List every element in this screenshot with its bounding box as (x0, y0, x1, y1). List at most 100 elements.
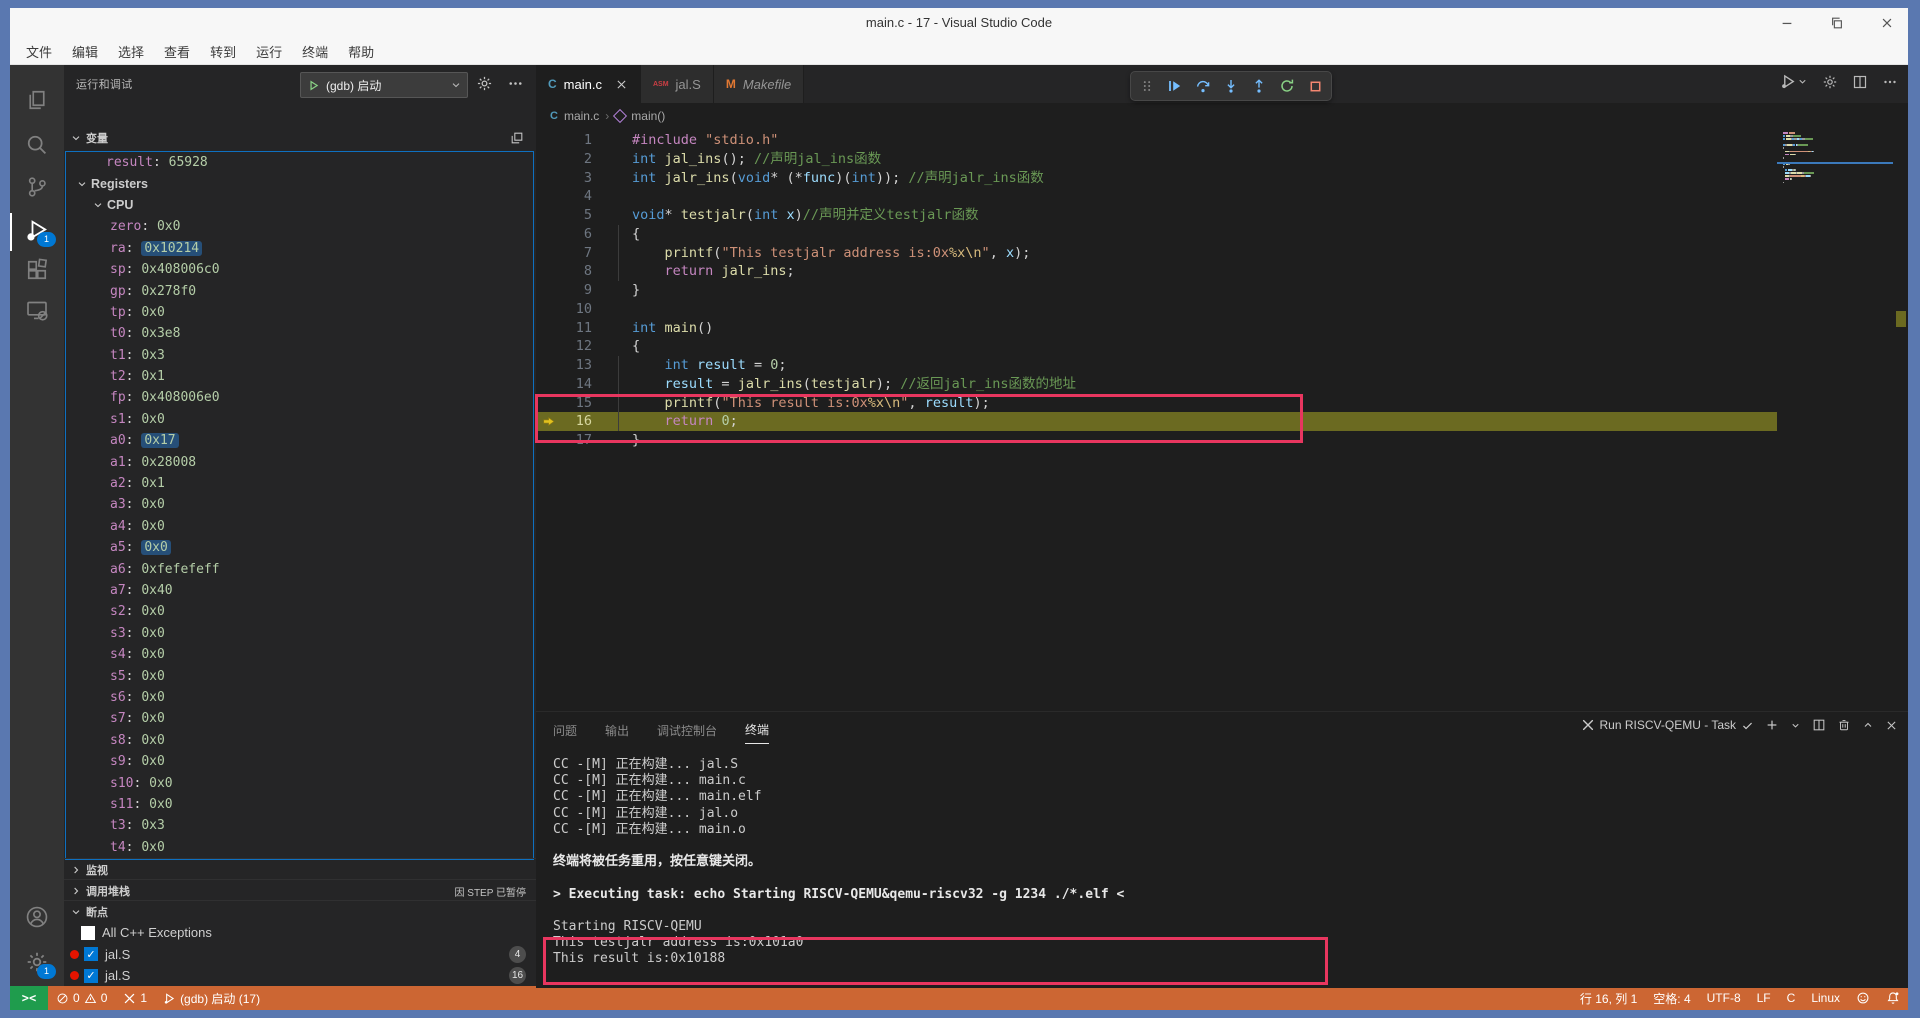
code-line-3[interactable]: 3int jalr_ins(void* (*func)(int)); //声明j… (536, 169, 1908, 188)
menu-item-帮助[interactable]: 帮助 (338, 39, 384, 64)
register-row[interactable]: zero: 0x0 (66, 216, 533, 237)
menu-item-转到[interactable]: 转到 (200, 39, 246, 64)
register-row[interactable]: a1: 0x28008 (66, 451, 533, 472)
indentation[interactable]: 空格: 4 (1645, 986, 1698, 1010)
menu-item-编辑[interactable]: 编辑 (62, 39, 108, 64)
variables-section-header[interactable]: 变量 (64, 127, 536, 149)
code-line-15[interactable]: 15 printf("This result is:0x%x\n", resul… (536, 394, 1908, 413)
account-icon[interactable] (24, 904, 50, 930)
close-tab-icon[interactable] (615, 78, 628, 91)
step-over-icon[interactable] (1191, 74, 1215, 98)
more-actions-icon[interactable] (507, 75, 524, 92)
panel-tab-输出[interactable]: 输出 (605, 716, 629, 744)
stop-icon[interactable] (1303, 74, 1327, 98)
source-control-icon[interactable] (24, 174, 50, 200)
code-line-8[interactable]: 8 return jalr_ins; (536, 262, 1908, 281)
code-line-1[interactable]: 1#include "stdio.h" (536, 131, 1908, 150)
kill-terminal-icon[interactable] (1837, 718, 1851, 732)
register-row[interactable]: t0: 0x3e8 (66, 323, 533, 344)
settings-gear-icon[interactable]: 1 (24, 949, 50, 975)
explorer-icon[interactable] (24, 87, 50, 113)
restart-icon[interactable] (1275, 74, 1299, 98)
register-row[interactable]: t3: 0x3 (66, 815, 533, 836)
breadcrumb-file[interactable]: main.c (564, 109, 599, 123)
step-out-icon[interactable] (1247, 74, 1271, 98)
register-row[interactable]: s10: 0x0 (66, 772, 533, 793)
panel-tab-终端[interactable]: 终端 (745, 716, 769, 744)
step-into-icon[interactable] (1219, 74, 1243, 98)
register-row[interactable]: s2: 0x0 (66, 601, 533, 622)
remote-explorer-icon[interactable] (24, 297, 50, 323)
register-row[interactable]: t1: 0x3 (66, 345, 533, 366)
tab-Makefile[interactable]: MMakefile (714, 65, 804, 103)
code-line-4[interactable]: 4 (536, 187, 1908, 206)
code-line-6[interactable]: 6{ (536, 225, 1908, 244)
debug-settings-gear-icon[interactable] (476, 75, 493, 92)
tab-jal.S[interactable]: ASMjal.S (641, 65, 714, 103)
register-row[interactable]: sp: 0x408006c0 (66, 259, 533, 280)
register-row[interactable]: s3: 0x0 (66, 623, 533, 644)
split-editor-icon[interactable] (1852, 74, 1868, 90)
os-indicator[interactable]: Linux (1803, 986, 1848, 1010)
breakpoint-row[interactable]: ✓jal.S16 (64, 965, 536, 986)
menu-item-文件[interactable]: 文件 (16, 39, 62, 64)
code-line-12[interactable]: 12{ (536, 337, 1908, 356)
code-line-17[interactable]: 17} (536, 431, 1908, 450)
menu-item-终端[interactable]: 终端 (292, 39, 338, 64)
code-line-10[interactable]: 10 (536, 300, 1908, 319)
run-and-debug-icon[interactable]: 1 (24, 217, 50, 243)
breakpoint-checkbox[interactable]: ✓ (84, 969, 98, 983)
register-row[interactable]: a2: 0x1 (66, 473, 533, 494)
continue-icon[interactable] (1163, 74, 1187, 98)
panel-tab-调试控制台[interactable]: 调试控制台 (657, 716, 717, 744)
register-row[interactable]: s1: 0x0 (66, 409, 533, 430)
register-row[interactable]: gp: 0x278f0 (66, 280, 533, 301)
register-row[interactable]: a4: 0x0 (66, 516, 533, 537)
register-row[interactable]: s6: 0x0 (66, 687, 533, 708)
variable-row[interactable]: result: 65928 (66, 152, 533, 173)
copy-icon[interactable] (510, 131, 524, 145)
tab-main.c[interactable]: Cmain.c (536, 65, 641, 103)
cursor-position[interactable]: 行 16, 列 1 (1572, 986, 1645, 1010)
breadcrumb[interactable]: C main.c › main() (536, 103, 1908, 129)
problems-status[interactable]: 0 0 (48, 986, 115, 1010)
terminal-output[interactable]: CC -[M] 正在构建... jal.SCC -[M] 正在构建... mai… (553, 757, 1888, 984)
extensions-icon[interactable] (24, 257, 50, 283)
new-terminal-icon[interactable] (1765, 718, 1779, 732)
code-line-14[interactable]: 14 result = jalr_ins(testjalr); //返回jalr… (536, 375, 1908, 394)
register-row[interactable]: s9: 0x0 (66, 751, 533, 772)
register-row[interactable]: ra: 0x10214 (66, 238, 533, 259)
code-line-16[interactable]: 16 return 0; (536, 412, 1908, 431)
breakpoint-row[interactable]: ✓jal.S4 (64, 944, 536, 965)
menu-item-选择[interactable]: 选择 (108, 39, 154, 64)
register-row[interactable]: a5: 0x0 (66, 537, 533, 558)
breakpoint-checkbox[interactable] (81, 926, 95, 940)
task-label-row[interactable]: Run RISCV-QEMU - Task (1581, 718, 1754, 732)
language-mode[interactable]: C (1779, 986, 1804, 1010)
more-actions-icon[interactable] (1882, 74, 1898, 90)
code-line-11[interactable]: 11int main() (536, 319, 1908, 338)
gear-icon[interactable] (1822, 74, 1838, 90)
menu-item-运行[interactable]: 运行 (246, 39, 292, 64)
breakpoint-row[interactable]: All C++ Exceptions (64, 922, 536, 943)
call-stack-section-header[interactable]: 调用堆栈 因 STEP 已暂停 (64, 879, 536, 902)
breadcrumb-symbol[interactable]: main() (631, 109, 665, 123)
code-editor[interactable]: 1#include "stdio.h"2int jal_ins(); //声明j… (536, 129, 1908, 711)
code-line-5[interactable]: 5void* testjalr(int x)//声明并定义testjalr函数 (536, 206, 1908, 225)
tree-group-CPU[interactable]: CPU (66, 195, 533, 216)
run-or-debug-icon[interactable] (1780, 73, 1808, 90)
split-terminal-icon[interactable] (1812, 718, 1826, 732)
minimap[interactable] (1777, 129, 1893, 711)
register-row[interactable]: a0: 0x17 (66, 430, 533, 451)
search-icon[interactable] (24, 132, 50, 158)
notifications-bell-icon[interactable] (1878, 986, 1908, 1010)
register-row[interactable]: tp: 0x0 (66, 302, 533, 323)
register-row[interactable]: a3: 0x0 (66, 494, 533, 515)
menu-item-查看[interactable]: 查看 (154, 39, 200, 64)
code-line-9[interactable]: 9} (536, 281, 1908, 300)
register-row[interactable]: s5: 0x0 (66, 665, 533, 686)
close-panel-icon[interactable] (1885, 719, 1898, 732)
launch-config-select[interactable]: (gdb) 启动 (300, 72, 468, 98)
running-tasks-status[interactable]: 1 (115, 986, 155, 1010)
eol[interactable]: LF (1749, 986, 1779, 1010)
